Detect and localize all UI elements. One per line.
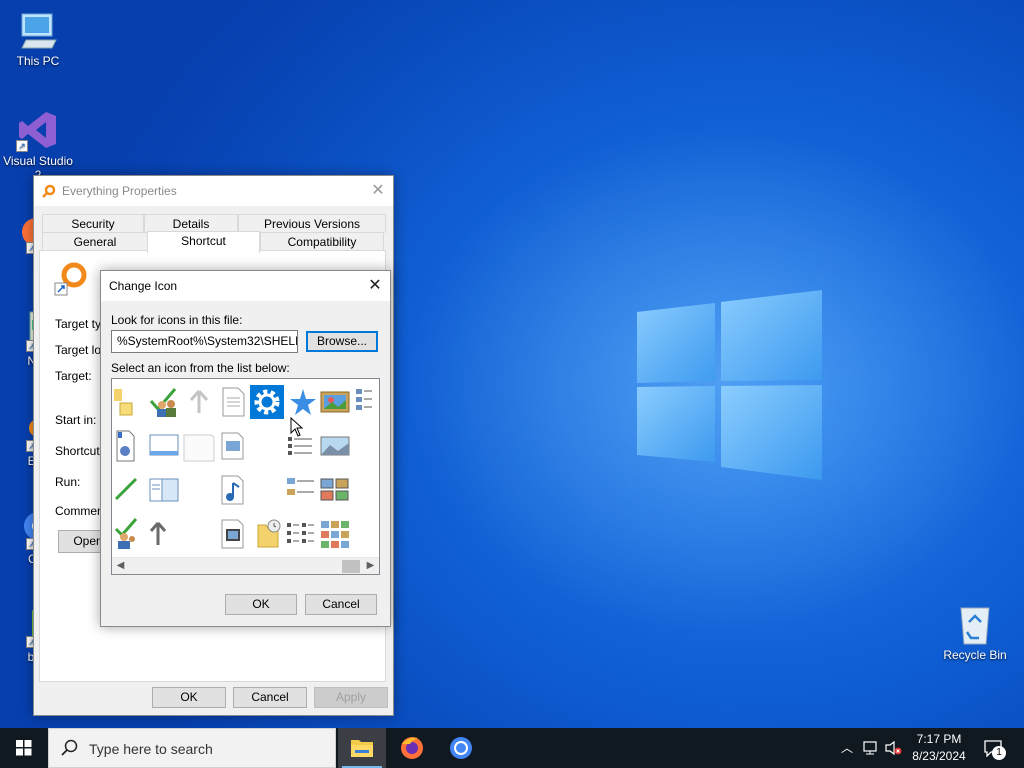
document-icon[interactable] — [216, 385, 250, 419]
desktop-icon-this-pc[interactable]: This PC — [0, 8, 76, 68]
folder-clock-icon[interactable] — [250, 517, 284, 551]
thumbnails-icon[interactable] — [318, 473, 352, 507]
close-icon[interactable]: ✕ — [360, 271, 390, 301]
checkmark-icon[interactable] — [114, 473, 148, 507]
action-center-button[interactable]: 1 — [980, 728, 1020, 768]
blank-window-icon[interactable] — [182, 429, 216, 463]
desktop-icon-recycle-bin[interactable]: Recycle Bin — [937, 602, 1013, 662]
volume-muted-icon[interactable] — [884, 740, 902, 756]
landscape-image-icon[interactable] — [318, 429, 352, 463]
properties-ok-button[interactable]: OK — [152, 687, 226, 708]
search-icon — [61, 739, 78, 756]
folders-icon[interactable] — [114, 385, 148, 419]
properties-title: Everything Properties — [62, 184, 177, 198]
users-check-icon[interactable] — [148, 385, 182, 419]
browse-button[interactable]: Browse... — [306, 331, 378, 352]
network-icon[interactable] — [862, 740, 880, 756]
recycle-bin-icon — [953, 602, 997, 646]
select-icon-label: Select an icon from the list below: — [111, 361, 290, 375]
video-file-icon[interactable] — [216, 517, 250, 551]
look-for-icons-label: Look for icons in this file: — [111, 313, 243, 327]
chrome-icon — [450, 737, 472, 759]
change-icon-title: Change Icon — [109, 279, 178, 293]
taskbar: Type here to search ︿ 7:17 PM 8/23/2024 … — [0, 728, 1024, 768]
taskbar-clock[interactable]: 7:17 PM 8/23/2024 — [905, 731, 973, 765]
desktop-icon-label: Recycle Bin — [943, 648, 1007, 662]
computer-icon — [16, 8, 60, 52]
icon-list-horizontal-scrollbar[interactable]: ◀ ▶ — [112, 557, 379, 574]
change-icon-titlebar: Change Icon ✕ — [101, 271, 390, 301]
picture-icon[interactable] — [318, 385, 352, 419]
scroll-right-icon[interactable]: ▶ — [362, 558, 379, 574]
star-icon[interactable] — [284, 385, 318, 419]
folder-icon — [351, 740, 373, 757]
firefox-icon — [401, 737, 423, 759]
image-grid-icon[interactable] — [318, 517, 352, 551]
clock-time: 7:17 PM — [916, 732, 962, 746]
close-icon[interactable]: ✕ — [363, 176, 393, 206]
start-button[interactable] — [0, 728, 48, 768]
properties-apply-button[interactable]: Apply — [314, 687, 388, 708]
tab-compatibility[interactable]: Compatibility — [260, 232, 384, 251]
window-icon[interactable] — [148, 429, 182, 463]
details-view-icon[interactable] — [352, 385, 379, 419]
mouse-cursor-icon — [290, 417, 304, 437]
notification-count-badge: 1 — [992, 746, 1006, 760]
taskbar-search-box[interactable]: Type here to search — [48, 728, 336, 768]
desktop-icon-visual-studio[interactable]: ↗ Visual Studio 2 — [0, 108, 76, 182]
desktop-icon-label: This PC — [16, 54, 60, 68]
windows-start-icon — [16, 740, 32, 756]
properties-cancel-button[interactable]: Cancel — [233, 687, 307, 708]
system-tray: ︿ — [838, 728, 902, 768]
change-icon-dialog: Change Icon ✕ Look for icons in this fil… — [100, 270, 391, 627]
music-file-icon[interactable] — [216, 473, 250, 507]
visual-studio-icon: ↗ — [16, 108, 60, 152]
scrollbar-thumb[interactable] — [342, 560, 360, 573]
image-document-icon[interactable] — [216, 429, 250, 463]
change-icon-ok-button[interactable]: OK — [225, 594, 297, 615]
clock-date: 8/23/2024 — [912, 749, 966, 763]
arrow-up-icon[interactable] — [148, 517, 182, 551]
chevron-up-icon[interactable]: ︿ — [838, 738, 856, 758]
search-placeholder: Type here to search — [89, 741, 213, 757]
properties-titlebar: Everything Properties ✕ — [34, 176, 393, 206]
icon-list[interactable]: ◀ ▶ — [111, 378, 380, 575]
run-label: Run: — [55, 475, 81, 489]
taskbar-chrome[interactable] — [437, 728, 485, 768]
content-view-icon[interactable] — [284, 473, 318, 507]
taskbar-firefox[interactable] — [388, 728, 436, 768]
tab-shortcut[interactable]: Shortcut — [147, 231, 260, 253]
gear-icon[interactable] — [250, 385, 284, 419]
icon-file-path-input[interactable]: %SystemRoot%\System32\SHELL32.dll — [111, 330, 298, 353]
small-icons-view-icon[interactable] — [284, 517, 318, 551]
everything-large-icon — [54, 261, 90, 297]
tab-previous-versions[interactable]: Previous Versions — [238, 214, 386, 233]
arrow-up-gray-icon[interactable] — [182, 385, 216, 419]
tab-general[interactable]: General — [42, 232, 148, 251]
tab-security[interactable]: Security — [42, 214, 144, 233]
scroll-left-icon[interactable]: ◀ — [112, 558, 129, 574]
change-icon-cancel-button[interactable]: Cancel — [305, 594, 377, 615]
preview-pane-icon[interactable] — [148, 473, 182, 507]
shortcut-arrow-icon: ↗ — [16, 140, 28, 152]
target-label: Target: — [55, 369, 92, 383]
start-in-label: Start in: — [55, 413, 97, 427]
taskbar-file-explorer[interactable] — [338, 728, 386, 768]
user-check-icon[interactable] — [114, 517, 148, 551]
media-file-icon[interactable] — [114, 429, 148, 463]
everything-icon — [42, 184, 56, 198]
